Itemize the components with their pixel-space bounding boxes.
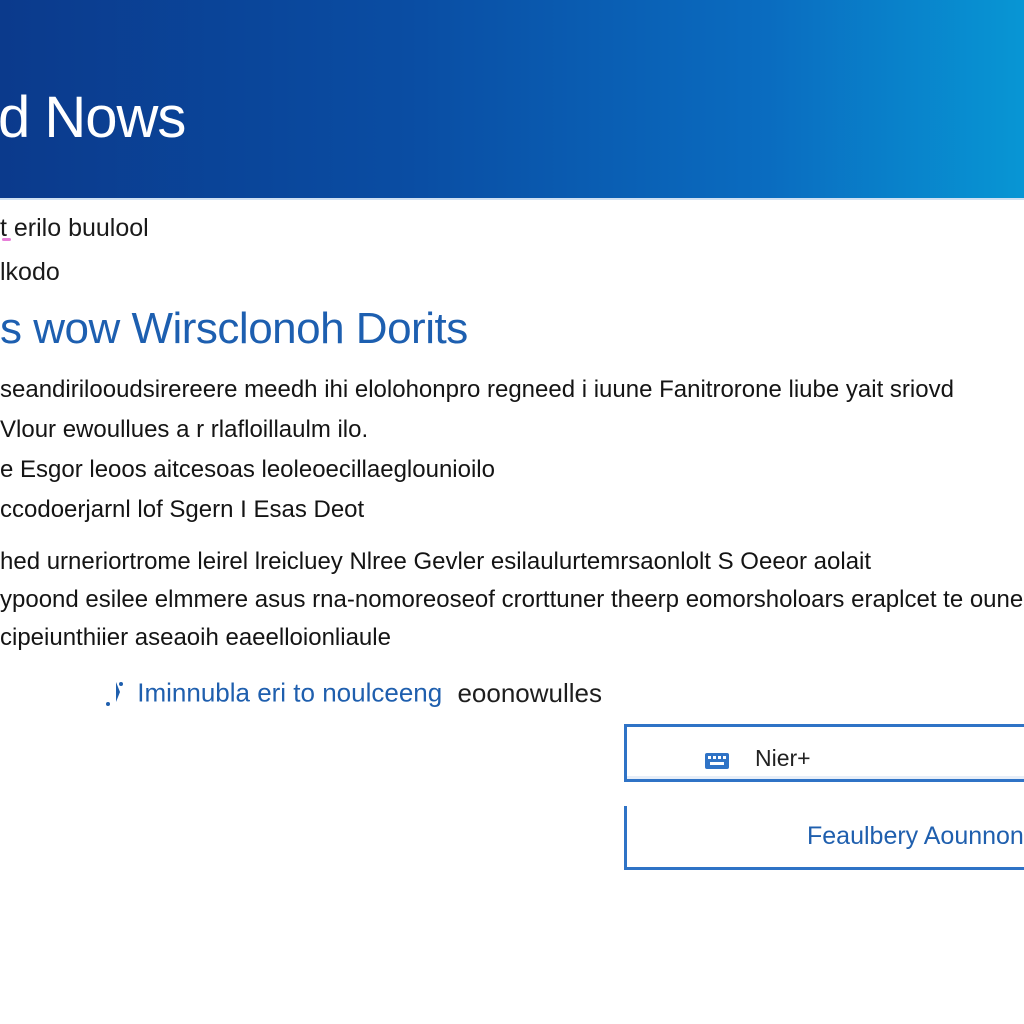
info-link-suffix: eoonowulles	[457, 677, 603, 708]
body-text-line: ypoond esilee elmmere asus rna-nomoreose…	[0, 586, 1024, 613]
page: d Nows t erilo buulool lkodo s wow Wirsc…	[0, 0, 1024, 1024]
header-banner: d Nows	[0, 0, 1024, 200]
body-text-line: ccodoerjarnl lof Sgern I Esas Deot	[0, 496, 365, 523]
input-field[interactable]: Nier+	[624, 724, 1024, 782]
info-link[interactable]: Iminnubla eri to noulceeng	[137, 678, 442, 708]
sparkle-icon	[104, 678, 126, 708]
breadcrumb-line-1[interactable]: t erilo buulool	[0, 214, 149, 243]
body-text-line: hed urneriortrome leirel lreicluey Nlree…	[0, 548, 872, 575]
banner-title: d Nows	[0, 85, 186, 150]
breadcrumb-line-2[interactable]: lkodo	[0, 258, 60, 287]
primary-action-label: Feaulbery Aounnonrolt	[807, 822, 1024, 850]
primary-action-button[interactable]: Feaulbery Aounnonrolt	[624, 806, 1024, 870]
body-text-line: seandirilooudsirereere meedh ihi eloloho…	[0, 376, 954, 403]
body-text-line: e Esgor leoos aitcesoas leoleoecillaeglo…	[0, 456, 495, 483]
keyboard-icon	[705, 751, 729, 771]
info-link-row[interactable]: Iminnubla eri to noulceeng eoonowulles	[104, 676, 602, 709]
page-title: s wow Wirsclonoh Dorits	[0, 304, 468, 353]
body-text-line: cipeiunthiier aseaoih eaeelloionliaule	[0, 624, 391, 651]
body-text-line: Vlour ewoullues a r rlafloillaulm ilo.	[0, 416, 369, 443]
input-field-label: Nier+	[755, 745, 811, 771]
